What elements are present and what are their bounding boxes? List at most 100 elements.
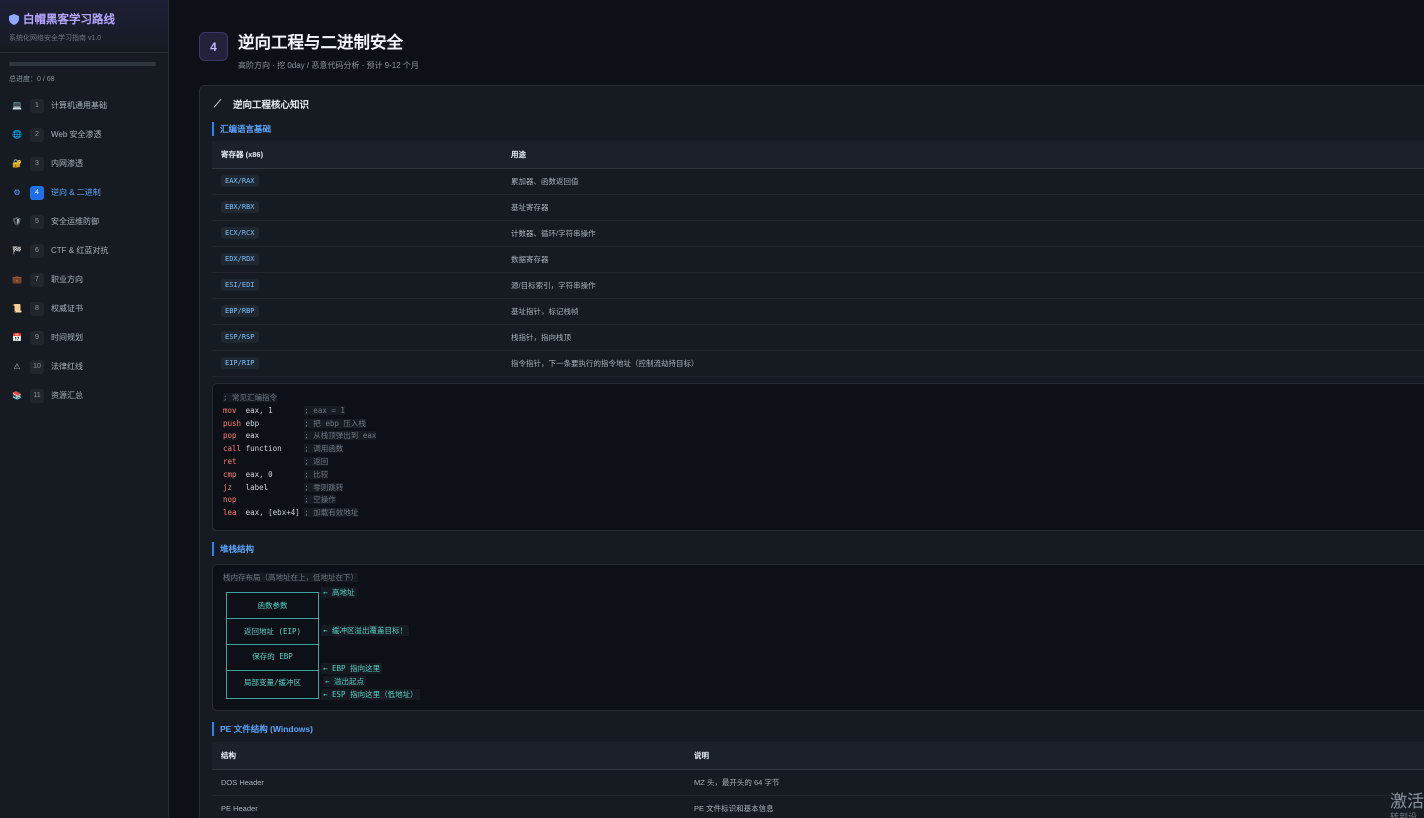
sidebar-item-label: 资源汇总 — [51, 391, 83, 400]
sidebar-item[interactable]: 📅 9 时间规划 — [4, 325, 164, 350]
sidebar-item-number: 7 — [30, 272, 44, 287]
warning-icon: ⚠ — [13, 362, 21, 371]
code-args: eax, 1 — [236, 405, 305, 415]
table-row: EDX/RDX 数据寄存器 — [212, 246, 1424, 273]
code-comment: ; 零则跳转 — [304, 482, 344, 492]
stack-cell: 返回地址 (EIP) — [243, 627, 302, 636]
table-row: EBX/RBX 基址寄存器 — [212, 194, 1424, 221]
books-icon: 📚 — [12, 391, 22, 400]
sidebar-item-label: 职业方向 — [51, 275, 83, 284]
flag-icon: 🏁 — [12, 246, 22, 255]
stack-diagram: 栈内存布局（高地址在上，低地址在下） 函数参数 返回地址 (EIP) 保存的 E… — [212, 564, 1424, 711]
sidebar-item[interactable]: 🏁 6 CTF & 红蓝对抗 — [4, 238, 164, 263]
table-row: ESI/EDI 源/目标索引，字符串操作 — [212, 272, 1424, 299]
code-keyword: jz — [223, 482, 233, 492]
chapter-badge: 4 — [199, 32, 228, 61]
stack-note: ← 溢出起点 — [323, 676, 367, 687]
code-line: call function ; 调用函数 — [223, 443, 344, 455]
code-args — [237, 495, 305, 504]
stack-note: ← 缓冲区溢出覆盖目标！ — [321, 625, 410, 636]
sidebar-nav: 💻 1 计算机通用基础 🌐 2 Web 安全渗透 🔐 3 内网渗透 ⚙ 4 逆向 & 二进制 🛡 5 安全运… — [0, 93, 168, 408]
section-asm: 汇编语言基础 — [212, 122, 271, 136]
sidebar-item[interactable]: 🛡 5 安全运维防御 — [4, 209, 164, 234]
table-cell: MZ 头，最开头的 64 字节 — [685, 769, 1424, 796]
stack-cell: 函数参数 — [257, 601, 288, 610]
page-subtitle: 高阶方向 · 挖 0day / 恶意代码分析 · 预计 9-12 个月 — [238, 61, 419, 70]
sidebar-item-number: 10 — [30, 359, 44, 374]
table-cell: EDX/RDX — [212, 246, 502, 273]
code-comment: ; 调用函数 — [304, 444, 344, 454]
code-args: function — [241, 444, 305, 454]
stack-divider — [227, 618, 318, 619]
laptop-icon: 💻 — [12, 101, 22, 110]
sidebar-item[interactable]: 🔐 3 内网渗透 — [4, 151, 164, 176]
progress-label: 总进度：0 / 68 — [9, 76, 55, 83]
register-name: EBP/RBP — [221, 305, 259, 317]
lock-icon: 🔐 — [12, 159, 22, 168]
shield-logo-icon — [9, 13, 19, 25]
code-comment: ; 加载有效地址 — [304, 508, 359, 518]
shield-icon: 🛡 — [11, 217, 23, 226]
brand-title[interactable]: 白帽黑客学习路线 — [9, 11, 159, 27]
table-cell: DOS Header — [212, 769, 685, 796]
code-args — [237, 457, 305, 466]
register-name: EDX/RDX — [221, 253, 259, 265]
code-line: ret ; 返回 — [223, 456, 329, 468]
sidebar-item[interactable]: 💼 7 职业方向 — [4, 267, 164, 292]
scroll-icon: 📜 — [12, 304, 22, 313]
sidebar-item-label: 权威证书 — [51, 304, 83, 313]
code-line: push ebp ; 把 ebp 压入栈 — [223, 418, 366, 430]
table-row: EAX/RAX 累加器、函数返回值 — [212, 168, 1424, 195]
sidebar-item-number: 1 — [30, 98, 44, 113]
code-args: ebp — [241, 418, 305, 428]
register-name: ESP/RSP — [221, 331, 259, 343]
sidebar-item[interactable]: ⚠ 10 法律红线 — [4, 354, 164, 379]
calendar-icon: 📅 — [12, 333, 22, 342]
code-keyword: push — [223, 418, 242, 428]
code-line: cmp eax, 0 ; 比较 — [223, 469, 329, 481]
table-cell: EIP/RIP — [212, 350, 502, 377]
code-line: pop eax ; 从栈顶弹出到 eax — [223, 430, 377, 442]
sidebar-item[interactable]: 📜 8 权威证书 — [4, 296, 164, 321]
table-row: PE Header PE 文件标识和基本信息 — [212, 795, 1424, 818]
code-line: nop ; 空操作 — [223, 494, 336, 506]
table-row: ECX/RCX 计数器、循环/字符串操作 — [212, 220, 1424, 247]
sidebar-item[interactable]: 🌐 2 Web 安全渗透 — [4, 122, 164, 147]
sidebar-item-number: 8 — [30, 301, 44, 316]
code-line: mov eax, 1 ; eax = 1 — [223, 405, 345, 417]
sidebar-item-number: 6 — [30, 243, 44, 258]
table-cell: 累加器、函数返回值 — [502, 168, 1424, 195]
code-args: eax, 0 — [236, 469, 305, 479]
pe-table-header: 说明 — [685, 742, 1424, 770]
sidebar-item-number: 3 — [30, 156, 44, 171]
code-args: eax — [236, 431, 305, 441]
progress-bar — [9, 62, 156, 66]
code-keyword: nop — [223, 495, 237, 505]
table-cell: 数据寄存器 — [502, 246, 1424, 273]
sidebar-item[interactable]: ⚙ 4 逆向 & 二进制 — [4, 180, 164, 205]
sidebar-item-label: 法律红线 — [51, 362, 83, 371]
table-cell: ECX/RCX — [212, 220, 502, 247]
register-name: EAX/RAX — [221, 175, 259, 187]
table-cell: ESI/EDI — [212, 272, 502, 299]
asm-code-block: ; 常见汇编指令 mov eax, 1 ; eax = 1 push ebp ; 把… — [212, 383, 1424, 531]
code-keyword: ret — [223, 457, 237, 466]
section-pe: PE 文件结构 (Windows) — [212, 722, 313, 736]
table-cell: 源/目标索引，字符串操作 — [502, 272, 1424, 299]
gear-icon: ⚙ — [13, 188, 21, 197]
sidebar-item-label: 内网渗透 — [51, 159, 83, 168]
code-comment: ; eax = 1 — [304, 405, 345, 415]
main-content: 4 逆向工程与二进制安全 高阶方向 · 挖 0day / 恶意代码分析 · 预计… — [170, 0, 1424, 818]
sidebar-item[interactable]: 💻 1 计算机通用基础 — [4, 93, 164, 118]
sidebar-item-label: CTF & 红蓝对抗 — [51, 246, 109, 255]
sidebar-item-label: 安全运维防御 — [51, 217, 99, 226]
table-cell: EBX/RBX — [212, 194, 502, 221]
sidebar-item-label: Web 安全渗透 — [51, 130, 102, 139]
register-name: EBX/RBX — [221, 201, 259, 213]
section-stack: 堆栈结构 — [212, 542, 254, 556]
page-title: 逆向工程与二进制安全 — [238, 34, 403, 52]
sidebar-item-number: 9 — [30, 330, 44, 345]
table-cell: ESP/RSP — [212, 324, 502, 351]
activation-watermark-sub: 转到设 — [1390, 812, 1418, 818]
sidebar-item[interactable]: 📚 11 资源汇总 — [4, 383, 164, 408]
